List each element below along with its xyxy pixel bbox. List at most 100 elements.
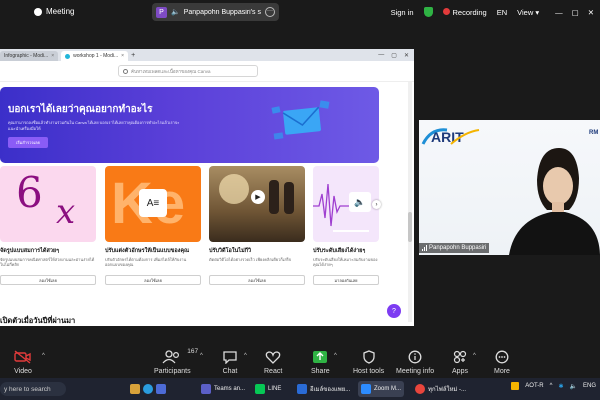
video-button[interactable]: Video [14,350,32,375]
speaker-icon: 🔈 [171,9,180,16]
tile-desc: ตัดต่อวิดีโอได้อย่างรวดเร็ว เพียงคลิกเดี… [209,257,292,262]
feature-tile[interactable]: 🔈 ปรับระดับเสียงได้ง่ายๆ ปรับระดับเสียงใ… [313,166,379,285]
hero-subtitle: คุณสามารถลงชื่อแล้วทำงานร่วมกันใน Canva … [8,120,180,131]
page-scrollbar[interactable] [408,82,412,322]
tile-desc: ปรับตัวอักษรได้ตามต้องการ เพิ่มสไตล์ให้ก… [105,257,187,267]
screen-share-indicator[interactable]: P 🔈 Panpapohn Buppasiri's scree ··· [152,3,279,21]
more-button[interactable]: More [494,350,510,375]
host-tools-button[interactable]: Host tools [353,350,384,375]
meeting-menu[interactable]: Meeting [34,7,74,16]
info-icon [408,350,422,364]
tile-image-video: ▶ [209,166,305,242]
feature-tile[interactable]: ▶ ปรับวิดีโอในไม่กี่วิ ตัดต่อวิดีโอได้อย… [209,166,305,285]
video-options-caret[interactable]: ^ [42,353,45,359]
video-off-icon [14,350,32,364]
hero-title: บอกเราได้เลยว่าคุณอยากทำอะไร [8,104,153,115]
hero-banner: บอกเราได้เลยว่าคุณอยากทำอะไร คุณสามารถลง… [0,87,379,163]
tile-button[interactable]: ลองใช้เลย [209,275,305,285]
minimize-icon[interactable]: — [555,8,563,17]
taskbar-app-chrome[interactable]: ทุกไฟล์ใหม่ -... [412,381,469,397]
carousel-next-icon[interactable]: › [372,200,381,209]
meeting-info-button[interactable]: Meeting info [396,350,434,375]
recording-indicator[interactable]: Recording [442,7,487,17]
math-x-glyph: x [56,192,76,232]
zoom-top-bar: Meeting P 🔈 Panpapohn Buppasiri's scree … [0,0,600,24]
meeting-label: Meeting [46,7,75,16]
tile-title: จัดรูปแบบสมการได้สวยๆ [0,248,60,254]
sign-in-button[interactable]: Sign in [391,8,414,17]
edge-icon[interactable] [143,384,153,394]
feature-tile[interactable]: 6 x จัดรูปแบบสมการได้สวยๆ จัดรูปแบบสมการ… [0,166,96,285]
outlook-icon [297,384,307,394]
search-icon [123,68,128,74]
line-icon [255,384,265,394]
share-screen-icon [312,350,328,364]
maximize-icon[interactable]: ▢ [391,52,397,59]
weather-icon[interactable] [511,382,520,390]
chevron-up-icon[interactable]: ^ [550,383,553,389]
react-button[interactable]: React [264,350,282,375]
system-tray: AOT-R ^ ✱ 🔈 ENG [511,382,596,390]
browser-tab[interactable]: workshop 1 - Modi... × [61,51,129,61]
tile-button[interactable]: ลองใช้เลย [0,275,96,285]
security-shield-icon[interactable] [423,7,433,17]
feature-tile[interactable]: Ke A≡ ปรับแต่งตัวอักษรให้เป็นแบบของคุณ ป… [105,166,201,285]
chat-options-caret[interactable]: ^ [244,353,247,359]
language-indicator[interactable]: ENG [583,383,596,389]
minimize-icon[interactable]: — [378,52,384,59]
hero-cta-button[interactable]: เริ่มสำรวจเลย [8,137,48,148]
person-silhouette [269,180,279,214]
chat-button[interactable]: Chat [222,350,238,375]
volume-icon[interactable]: 🔈 [570,383,577,390]
tray-label: AOT-R [525,383,544,389]
apps-options-caret[interactable]: ^ [473,353,476,359]
shield-icon [362,350,376,364]
chat-icon [222,350,238,364]
taskbar-search-input[interactable]: y here to search [0,382,66,396]
taskbar-app-teams[interactable]: Teams an... [198,381,248,397]
file-explorer-icon[interactable] [130,384,140,394]
new-tab-icon[interactable]: + [131,52,135,59]
shared-screen: Infographic - Modi... × workshop 1 - Modi… [0,49,414,326]
play-icon[interactable]: ▶ [251,190,265,204]
taskbar-app-email[interactable]: อีเมล์ของแพย... [294,381,353,397]
scrollbar-thumb[interactable] [408,212,412,242]
tile-button[interactable]: มาลองกันเลย [313,275,379,285]
audio-level-icon [422,245,427,251]
tile-button[interactable]: ลองใช้เลย [105,275,201,285]
apps-icon [452,350,468,364]
zoom-window: Meeting P 🔈 Panpapohn Buppasiri's scree … [0,0,600,400]
text-style-icon: A≡ [139,189,167,217]
close-icon[interactable]: ✕ [404,52,409,59]
store-icon[interactable] [156,384,166,394]
math-six-glyph: 6 [16,168,43,217]
tab-close-icon: × [121,53,125,59]
canva-home: บอกเราได้เลยว่าคุณอยากทำอะไร คุณสามารถลง… [0,82,414,326]
taskbar-app-zoom[interactable]: Zoom M... [358,381,405,397]
windows-taskbar: y here to search Teams an... LINE อีเมล์… [0,378,600,400]
participant-video[interactable]: ARIT RM Panpapohn Buppasiri [419,120,600,255]
close-icon[interactable]: ✕ [588,8,594,17]
canva-search-input[interactable]: ค้นหาเทมเพลตและเนื้อหาของคุณ Canva [118,65,258,77]
share-button[interactable]: Share [311,350,330,375]
maximize-icon[interactable]: ▢ [572,8,579,17]
participants-button[interactable]: 167 Participants [154,348,198,375]
participant-count: 167 [187,348,199,355]
zoom-toolbar: Video ^ 167 Participants ^ Chat ^ React [0,346,600,378]
feature-tiles: 6 x จัดรูปแบบสมการได้สวยๆ จัดรูปแบบสมการ… [0,166,381,306]
language-button[interactable]: EN [497,8,507,17]
participants-options-caret[interactable]: ^ [200,353,203,359]
view-button[interactable]: View ▾ [517,8,539,17]
bluetooth-icon[interactable]: ✱ [558,383,563,390]
apps-button[interactable]: Apps [452,350,468,375]
taskbar-app-line[interactable]: LINE [252,381,284,397]
canva-icon [65,53,71,59]
tile-desc: ปรับระดับเสียงให้เหมาะสมกับงานของคุณได้ง… [313,257,378,267]
share-options-caret[interactable]: ^ [334,353,337,359]
sharer-avatar: P [156,6,167,18]
share-options-icon[interactable]: ··· [265,7,275,17]
browser-tab[interactable]: Infographic - Modi... × [0,51,59,61]
teams-icon [201,384,211,394]
section-title: เปิดตัวเมื่อวันปีที่ผ่านมา [0,316,76,325]
help-button[interactable]: ? [387,304,401,318]
